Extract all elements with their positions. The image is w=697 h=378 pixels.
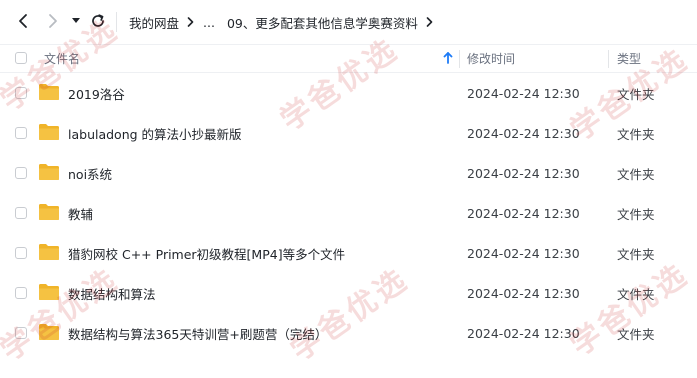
file-type: 文件夹 bbox=[617, 86, 655, 102]
file-modified: 2024-02-24 12:30 bbox=[467, 245, 580, 261]
toolbar-divider bbox=[116, 12, 117, 32]
toolbar: 我的网盘 ... 09、更多配套其他信息学奥赛资料 bbox=[0, 0, 697, 44]
file-modified: 2024-02-24 12:30 bbox=[467, 85, 580, 101]
file-name[interactable]: noi系统 bbox=[68, 153, 112, 193]
folder-icon bbox=[38, 83, 60, 101]
refresh-icon bbox=[91, 14, 105, 28]
file-row[interactable]: noi系统 2024-02-24 12:30 文件夹 bbox=[0, 153, 697, 193]
file-row[interactable]: 数据结构与算法365天特训营+刷题营（完结） 2024-02-24 12:30 … bbox=[0, 313, 697, 353]
file-row[interactable]: 2019洛谷 2024-02-24 12:30 文件夹 bbox=[0, 73, 697, 113]
column-name-label: 文件名 bbox=[44, 52, 81, 66]
row-checkbox[interactable] bbox=[15, 127, 27, 139]
column-divider[interactable] bbox=[459, 50, 460, 68]
folder-icon bbox=[38, 323, 60, 341]
column-modified-label: 修改时间 bbox=[467, 52, 516, 66]
column-divider[interactable] bbox=[608, 50, 609, 68]
arrow-up-icon[interactable] bbox=[443, 52, 453, 67]
chevron-left-icon bbox=[17, 13, 29, 29]
file-modified: 2024-02-24 12:30 bbox=[467, 205, 580, 221]
file-row[interactable]: labuladong 的算法小抄最新版 2024-02-24 12:30 文件夹 bbox=[0, 113, 697, 153]
file-row[interactable]: 猎豹网校 C++ Primer初级教程[MP4]等多个文件 2024-02-24… bbox=[0, 233, 697, 273]
file-modified: 2024-02-24 12:30 bbox=[467, 125, 580, 141]
history-dropdown[interactable] bbox=[66, 10, 86, 32]
file-name[interactable]: 教辅 bbox=[68, 193, 93, 233]
file-name[interactable]: 数据结构与算法365天特训营+刷题营（完结） bbox=[68, 313, 327, 353]
breadcrumb: 我的网盘 ... 09、更多配套其他信息学奥赛资料 bbox=[129, 0, 442, 44]
forward-button[interactable] bbox=[42, 10, 64, 32]
file-name[interactable]: 猎豹网校 C++ Primer初级教程[MP4]等多个文件 bbox=[68, 233, 345, 273]
folder-icon bbox=[38, 203, 60, 221]
row-checkbox[interactable] bbox=[15, 327, 27, 339]
file-modified: 2024-02-24 12:30 bbox=[467, 325, 580, 341]
row-checkbox[interactable] bbox=[15, 167, 27, 179]
folder-icon bbox=[38, 163, 60, 181]
row-checkbox[interactable] bbox=[15, 207, 27, 219]
file-type: 文件夹 bbox=[617, 206, 655, 222]
folder-icon bbox=[38, 243, 60, 261]
breadcrumb-root[interactable]: 我的网盘 bbox=[129, 13, 179, 32]
row-checkbox[interactable] bbox=[15, 247, 27, 259]
caret-down-icon bbox=[72, 18, 80, 24]
file-name[interactable]: labuladong 的算法小抄最新版 bbox=[68, 113, 242, 153]
file-modified: 2024-02-24 12:30 bbox=[467, 285, 580, 301]
file-name[interactable]: 数据结构和算法 bbox=[68, 273, 156, 313]
folder-icon bbox=[38, 283, 60, 301]
back-button[interactable] bbox=[12, 10, 34, 32]
file-type: 文件夹 bbox=[617, 126, 655, 142]
file-name[interactable]: 2019洛谷 bbox=[68, 73, 125, 113]
select-all-checkbox[interactable] bbox=[15, 52, 27, 64]
row-checkbox[interactable] bbox=[15, 287, 27, 299]
column-type-label: 类型 bbox=[617, 52, 642, 66]
file-row[interactable]: 数据结构和算法 2024-02-24 12:30 文件夹 bbox=[0, 273, 697, 313]
breadcrumb-ellipsis[interactable]: ... bbox=[203, 15, 215, 30]
column-type-header[interactable]: 类型 bbox=[617, 45, 641, 72]
file-row[interactable]: 教辅 2024-02-24 12:30 文件夹 bbox=[0, 193, 697, 233]
chevron-right-icon bbox=[426, 17, 433, 27]
refresh-button[interactable] bbox=[87, 10, 109, 32]
chevron-right-icon bbox=[187, 17, 194, 27]
file-type: 文件夹 bbox=[617, 326, 655, 342]
file-modified: 2024-02-24 12:30 bbox=[467, 165, 580, 181]
column-name-header[interactable]: 文件名 bbox=[44, 45, 80, 72]
row-checkbox[interactable] bbox=[15, 87, 27, 99]
file-list-header: 文件名 修改时间 类型 bbox=[0, 44, 697, 73]
file-type: 文件夹 bbox=[617, 166, 655, 182]
file-type: 文件夹 bbox=[617, 286, 655, 302]
breadcrumb-current[interactable]: 09、更多配套其他信息学奥赛资料 bbox=[227, 13, 418, 32]
file-type: 文件夹 bbox=[617, 246, 655, 262]
chevron-right-icon bbox=[47, 13, 59, 29]
folder-icon bbox=[38, 123, 60, 141]
column-modified-header[interactable]: 修改时间 bbox=[467, 45, 515, 72]
